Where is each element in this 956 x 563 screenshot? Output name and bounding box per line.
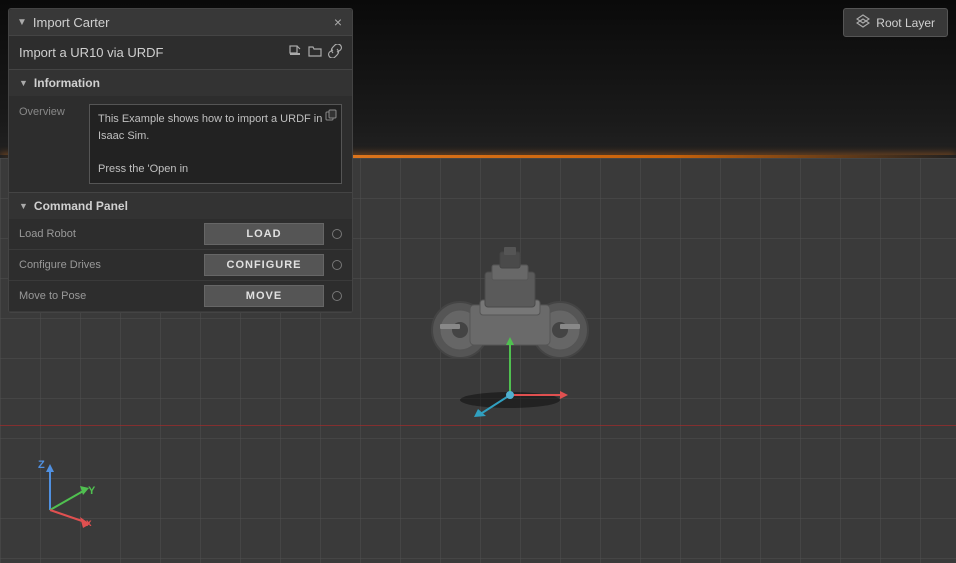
- panel-header-icons: [288, 44, 342, 61]
- panel-header-title: Import a UR10 via URDF: [19, 45, 163, 60]
- command-panel-title: Command Panel: [34, 199, 128, 213]
- titlebar-left: ▼ Import Carter: [17, 15, 109, 30]
- move-to-pose-button[interactable]: MOVE: [204, 285, 324, 307]
- load-robot-label: Load Robot: [19, 228, 204, 240]
- panel-collapse-arrow[interactable]: ▼: [17, 17, 27, 28]
- svg-text:Y: Y: [88, 485, 96, 497]
- command-panel-arrow: ▼: [19, 201, 28, 211]
- information-section-content: Overview This Example shows how to impor…: [9, 96, 352, 192]
- configure-drives-indicator: [332, 260, 342, 270]
- edit-icon[interactable]: [288, 44, 302, 61]
- folder-icon[interactable]: [308, 44, 322, 61]
- overview-text: This Example shows how to import a URDF …: [98, 113, 322, 175]
- information-section-title: Information: [34, 76, 100, 90]
- move-to-pose-indicator: [332, 291, 342, 301]
- information-collapse-arrow: ▼: [19, 78, 28, 88]
- information-section: ▼ Information Overview This Example show…: [9, 70, 352, 193]
- coordinate-axes: Z Y x: [30, 460, 100, 533]
- configure-drives-row: Configure Drives CONFIGURE: [9, 250, 352, 281]
- link-icon[interactable]: [328, 44, 342, 61]
- svg-text:Z: Z: [38, 460, 45, 471]
- overview-text-box[interactable]: This Example shows how to import a URDF …: [89, 104, 342, 184]
- move-to-pose-label: Move to Pose: [19, 290, 204, 302]
- copy-icon[interactable]: [325, 109, 337, 127]
- import-panel: ▼ Import Carter × Import a UR10 via URDF: [8, 8, 353, 313]
- load-robot-indicator: [332, 229, 342, 239]
- panel-titlebar: ▼ Import Carter ×: [9, 9, 352, 36]
- move-to-pose-row: Move to Pose MOVE: [9, 281, 352, 312]
- panel-header: Import a UR10 via URDF: [9, 36, 352, 70]
- layers-icon: [856, 14, 870, 31]
- command-panel-header[interactable]: ▼ Command Panel: [9, 193, 352, 219]
- root-layer-button[interactable]: Root Layer: [843, 8, 948, 37]
- robot-model: [430, 200, 590, 423]
- configure-drives-button[interactable]: CONFIGURE: [204, 254, 324, 276]
- command-panel-section: ▼ Command Panel Load Robot LOAD Configur…: [9, 193, 352, 312]
- svg-text:x: x: [86, 518, 92, 529]
- floor-red-line: [0, 425, 956, 426]
- root-layer-label: Root Layer: [876, 16, 935, 30]
- information-section-header[interactable]: ▼ Information: [9, 70, 352, 96]
- configure-drives-label: Configure Drives: [19, 259, 204, 271]
- panel-close-button[interactable]: ×: [332, 14, 344, 30]
- overview-label: Overview: [19, 104, 79, 184]
- panel-title: Import Carter: [33, 15, 110, 30]
- load-robot-button[interactable]: LOAD: [204, 223, 324, 245]
- load-robot-row: Load Robot LOAD: [9, 219, 352, 250]
